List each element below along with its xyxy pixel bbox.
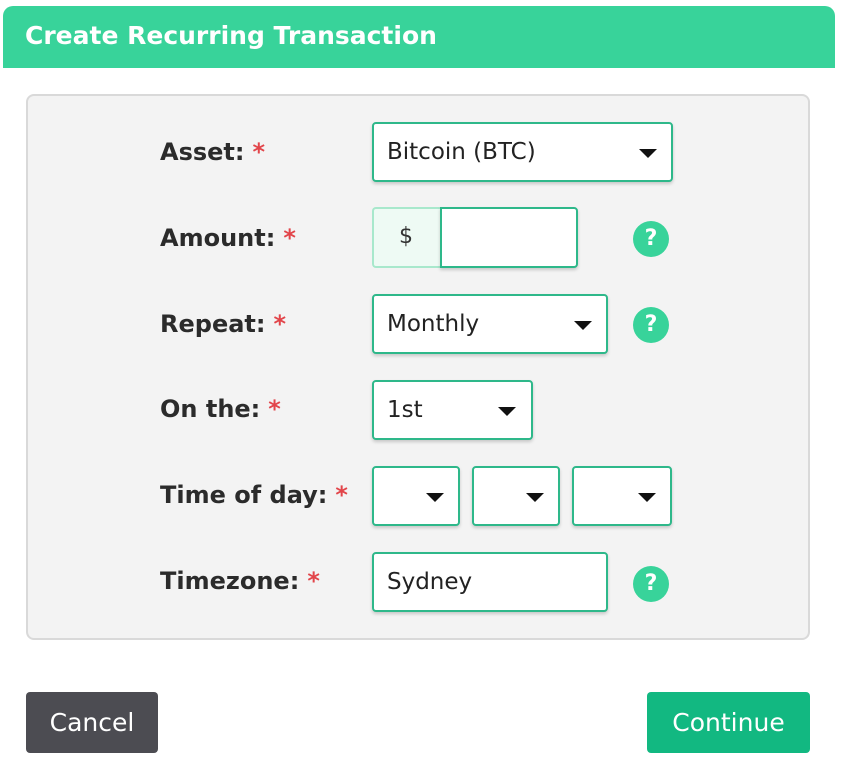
day-of-month-select[interactable]: 1st bbox=[372, 380, 533, 440]
day-of-month-value: 1st bbox=[387, 397, 423, 423]
required-marker: * bbox=[273, 310, 287, 338]
repeat-label-text: Repeat: bbox=[160, 310, 266, 338]
time-of-day-label-text: Time of day: bbox=[160, 481, 328, 509]
continue-button[interactable]: Continue bbox=[647, 692, 810, 753]
on-the-label: On the: * bbox=[160, 393, 281, 425]
help-icon[interactable]: ? bbox=[633, 221, 669, 257]
repeat-select[interactable]: Monthly bbox=[372, 294, 608, 354]
required-marker: * bbox=[268, 395, 281, 423]
caret-down-icon bbox=[638, 493, 656, 502]
currency-prefix: $ bbox=[372, 207, 442, 268]
help-icon[interactable]: ? bbox=[633, 307, 669, 343]
time-of-day-label: Time of day: * bbox=[160, 479, 348, 511]
dialog-header: Create Recurring Transaction bbox=[3, 6, 835, 68]
amount-label: Amount: * bbox=[160, 222, 296, 254]
hour-select[interactable] bbox=[372, 466, 460, 526]
caret-down-icon bbox=[574, 321, 592, 330]
timezone-label: Timezone: * bbox=[160, 565, 320, 597]
caret-down-icon bbox=[639, 149, 657, 158]
dialog-title: Create Recurring Transaction bbox=[25, 21, 437, 50]
timezone-label-text: Timezone: bbox=[160, 567, 300, 595]
timezone-input-value: Sydney bbox=[387, 569, 473, 595]
required-marker: * bbox=[335, 481, 348, 509]
amount-label-text: Amount: bbox=[160, 224, 276, 252]
asset-select-value: Bitcoin (BTC) bbox=[387, 139, 536, 165]
caret-down-icon bbox=[498, 407, 516, 416]
on-the-label-text: On the: bbox=[160, 395, 261, 423]
asset-select[interactable]: Bitcoin (BTC) bbox=[372, 122, 673, 182]
required-marker: * bbox=[252, 138, 266, 166]
caret-down-icon bbox=[526, 493, 544, 502]
cancel-button[interactable]: Cancel bbox=[26, 692, 158, 753]
caret-down-icon bbox=[426, 493, 444, 502]
timezone-input[interactable]: Sydney bbox=[372, 552, 608, 612]
currency-prefix-text: $ bbox=[399, 224, 413, 249]
required-marker: * bbox=[307, 567, 320, 595]
amount-input[interactable] bbox=[440, 207, 578, 268]
minute-select[interactable] bbox=[472, 466, 560, 526]
asset-label: Asset: * bbox=[160, 136, 265, 168]
asset-label-text: Asset: bbox=[160, 138, 245, 166]
required-marker: * bbox=[283, 224, 296, 252]
ampm-select[interactable] bbox=[572, 466, 672, 526]
repeat-select-value: Monthly bbox=[387, 311, 480, 337]
repeat-label: Repeat: * bbox=[160, 308, 286, 340]
help-icon[interactable]: ? bbox=[633, 566, 669, 602]
